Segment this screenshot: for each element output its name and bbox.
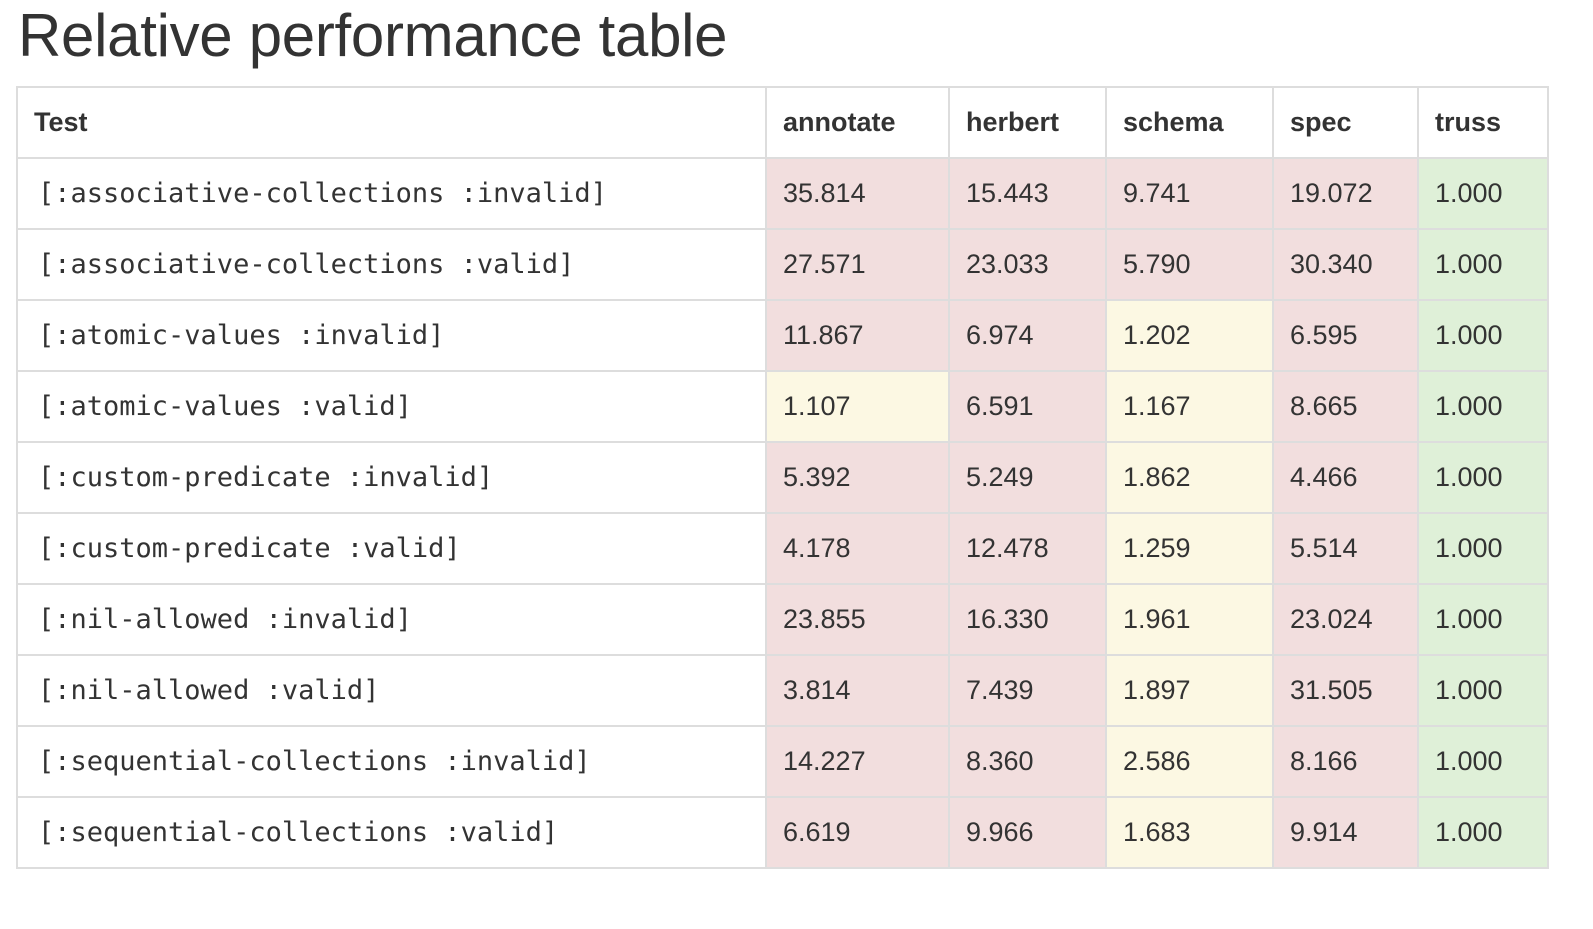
value-cell-truss: 1.000 bbox=[1417, 583, 1549, 656]
test-name-cell: [:atomic-values :valid] bbox=[16, 370, 767, 443]
value-cell-annotate: 4.178 bbox=[765, 512, 950, 585]
test-name-cell: [:custom-predicate :valid] bbox=[16, 512, 767, 585]
value-cell-truss: 1.000 bbox=[1417, 299, 1549, 372]
value-cell-annotate: 1.107 bbox=[765, 370, 950, 443]
value-cell-schema: 9.741 bbox=[1105, 157, 1274, 230]
column-header-schema: schema bbox=[1105, 86, 1274, 159]
value-cell-herbert: 6.591 bbox=[948, 370, 1107, 443]
value-cell-herbert: 5.249 bbox=[948, 441, 1107, 514]
column-header-truss: truss bbox=[1417, 86, 1549, 159]
value-cell-herbert: 7.439 bbox=[948, 654, 1107, 727]
value-cell-herbert: 12.478 bbox=[948, 512, 1107, 585]
table-row: [:associative-collections :invalid] 35.81… bbox=[16, 157, 1549, 230]
value-cell-spec: 6.595 bbox=[1272, 299, 1419, 372]
table-row: [:nil-allowed :valid] 3.814 7.439 1.897 31.5… bbox=[16, 654, 1549, 727]
value-cell-truss: 1.000 bbox=[1417, 512, 1549, 585]
value-cell-herbert: 8.360 bbox=[948, 725, 1107, 798]
value-cell-spec: 9.914 bbox=[1272, 796, 1419, 869]
performance-table: Test annotate herbert schema spec truss … bbox=[16, 86, 1549, 869]
value-cell-annotate: 11.867 bbox=[765, 299, 950, 372]
value-cell-herbert: 23.033 bbox=[948, 228, 1107, 301]
value-cell-spec: 23.024 bbox=[1272, 583, 1419, 656]
value-cell-schema: 1.259 bbox=[1105, 512, 1274, 585]
table-row: [:nil-allowed :invalid] 23.855 16.330 1.961… bbox=[16, 583, 1549, 656]
value-cell-annotate: 35.814 bbox=[765, 157, 950, 230]
value-cell-schema: 1.167 bbox=[1105, 370, 1274, 443]
test-name-cell: [:sequential-collections :valid] bbox=[16, 796, 767, 869]
value-cell-truss: 1.000 bbox=[1417, 441, 1549, 514]
value-cell-annotate: 6.619 bbox=[765, 796, 950, 869]
value-cell-herbert: 6.974 bbox=[948, 299, 1107, 372]
value-cell-spec: 4.466 bbox=[1272, 441, 1419, 514]
test-name-cell: [:nil-allowed :valid] bbox=[16, 654, 767, 727]
test-name-cell: [:custom-predicate :invalid] bbox=[16, 441, 767, 514]
value-cell-truss: 1.000 bbox=[1417, 228, 1549, 301]
test-name-cell: [:nil-allowed :invalid] bbox=[16, 583, 767, 656]
page-title: Relative performance table bbox=[18, 2, 728, 69]
table-row: [:associative-collections :valid] 27.571 2… bbox=[16, 228, 1549, 301]
table-body: [:associative-collections :invalid] 35.81… bbox=[16, 157, 1549, 869]
value-cell-spec: 8.665 bbox=[1272, 370, 1419, 443]
table-row: [:atomic-values :valid] 1.107 6.591 1.167 8.… bbox=[16, 370, 1549, 443]
value-cell-annotate: 23.855 bbox=[765, 583, 950, 656]
column-header-spec: spec bbox=[1272, 86, 1419, 159]
table-row: [:atomic-values :invalid] 11.867 6.974 1.20… bbox=[16, 299, 1549, 372]
value-cell-truss: 1.000 bbox=[1417, 157, 1549, 230]
test-name-cell: [:atomic-values :invalid] bbox=[16, 299, 767, 372]
value-cell-schema: 1.202 bbox=[1105, 299, 1274, 372]
value-cell-truss: 1.000 bbox=[1417, 725, 1549, 798]
test-name-cell: [:associative-collections :valid] bbox=[16, 228, 767, 301]
value-cell-schema: 5.790 bbox=[1105, 228, 1274, 301]
value-cell-annotate: 5.392 bbox=[765, 441, 950, 514]
value-cell-herbert: 16.330 bbox=[948, 583, 1107, 656]
test-name-cell: [:associative-collections :invalid] bbox=[16, 157, 767, 230]
value-cell-schema: 1.961 bbox=[1105, 583, 1274, 656]
column-header-test: Test bbox=[16, 86, 767, 159]
value-cell-schema: 1.862 bbox=[1105, 441, 1274, 514]
value-cell-truss: 1.000 bbox=[1417, 796, 1549, 869]
value-cell-spec: 8.166 bbox=[1272, 725, 1419, 798]
value-cell-annotate: 14.227 bbox=[765, 725, 950, 798]
value-cell-truss: 1.000 bbox=[1417, 654, 1549, 727]
value-cell-schema: 1.683 bbox=[1105, 796, 1274, 869]
column-header-herbert: herbert bbox=[948, 86, 1107, 159]
value-cell-truss: 1.000 bbox=[1417, 370, 1549, 443]
value-cell-spec: 19.072 bbox=[1272, 157, 1419, 230]
table-row: [:sequential-collections :valid] 6.619 9.9… bbox=[16, 796, 1549, 869]
table-row: [:custom-predicate :valid] 4.178 12.478 1.2… bbox=[16, 512, 1549, 585]
value-cell-spec: 30.340 bbox=[1272, 228, 1419, 301]
value-cell-herbert: 15.443 bbox=[948, 157, 1107, 230]
value-cell-schema: 1.897 bbox=[1105, 654, 1274, 727]
table-row: [:custom-predicate :invalid] 5.392 5.249 1.… bbox=[16, 441, 1549, 514]
value-cell-herbert: 9.966 bbox=[948, 796, 1107, 869]
value-cell-annotate: 3.814 bbox=[765, 654, 950, 727]
test-name-cell: [:sequential-collections :invalid] bbox=[16, 725, 767, 798]
value-cell-annotate: 27.571 bbox=[765, 228, 950, 301]
value-cell-spec: 31.505 bbox=[1272, 654, 1419, 727]
value-cell-schema: 2.586 bbox=[1105, 725, 1274, 798]
value-cell-spec: 5.514 bbox=[1272, 512, 1419, 585]
table-row: [:sequential-collections :invalid] 14.227… bbox=[16, 725, 1549, 798]
header-row: Test annotate herbert schema spec truss bbox=[16, 86, 1549, 159]
column-header-annotate: annotate bbox=[765, 86, 950, 159]
